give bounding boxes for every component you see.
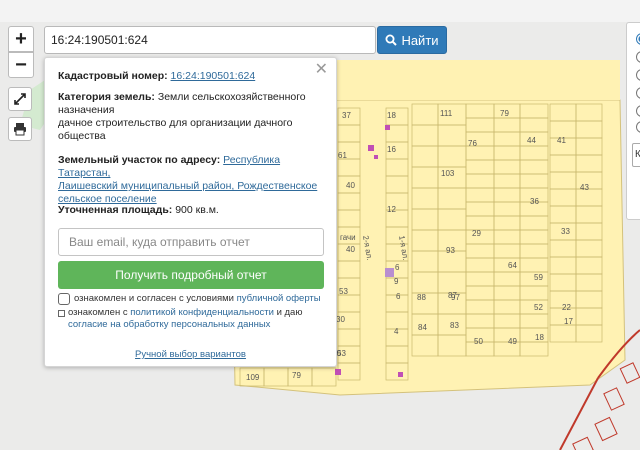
- search-input[interactable]: [44, 26, 376, 54]
- map-parcel-label: 109: [246, 373, 260, 382]
- address-label: Земельный участок по адресу:: [58, 154, 221, 166]
- map-parcel-label: 84: [418, 323, 427, 332]
- map-parcel-label: 6: [395, 263, 400, 272]
- map-parcel-label: 6: [396, 292, 401, 301]
- map-parcel-label: 52: [534, 303, 543, 312]
- map-parcel-label: гачи: [340, 233, 356, 242]
- layer-radio-5[interactable]: [636, 105, 640, 117]
- map-parcel-label: 40: [346, 245, 355, 254]
- land-category-value-3: дачное строительство для организации дач…: [58, 117, 293, 129]
- parcel-info-popup: ✕ Кадастровый номер: 16:24:190501:624 Ка…: [44, 57, 337, 367]
- map-parcel-label: 43: [580, 183, 589, 192]
- map-parcel-label: 59: [534, 273, 543, 282]
- map-parcel-label: 83: [450, 321, 459, 330]
- layer-radio-3[interactable]: [636, 69, 640, 81]
- email-field[interactable]: [58, 228, 324, 256]
- map-parcel-label: 18: [387, 111, 396, 120]
- cadastral-number-row: Кадастровый номер: 16:24:190501:624: [58, 70, 326, 83]
- address-link-2[interactable]: Лаишевский муниципальный район, Рождеств…: [58, 180, 317, 192]
- map-parcel-label: 22: [562, 303, 571, 312]
- map-parcel-label: 16: [387, 145, 396, 154]
- layer-radio-1[interactable]: [636, 33, 640, 45]
- layer-radio-6[interactable]: [636, 121, 640, 133]
- printer-icon: [14, 123, 26, 136]
- map-parcel-label: 17: [564, 317, 573, 326]
- map-parcel-label: 44: [527, 136, 536, 145]
- manual-selection-link[interactable]: Ручной выбор вариантов: [45, 349, 336, 360]
- map-parcel-label: 40: [346, 181, 355, 190]
- fullscreen-button[interactable]: [8, 87, 32, 111]
- search-button[interactable]: Найти: [377, 26, 447, 54]
- area-row: Уточненная площадь: 900 кв.м.: [58, 204, 326, 217]
- cadastral-number-link[interactable]: 16:24:190501:624: [171, 70, 256, 82]
- map-parcel-label: 29: [472, 229, 481, 238]
- map-parcel-label: 111: [440, 109, 453, 118]
- map-parcel-label: 93: [446, 246, 455, 255]
- layer-dropdown[interactable]: К: [632, 143, 640, 167]
- map-parcel-label: 61: [338, 151, 347, 160]
- zoom-out-button[interactable]: −: [8, 52, 34, 78]
- privacy-consent-tail: и даю: [276, 307, 303, 318]
- land-category-value-2: назначения: [58, 104, 115, 116]
- land-category-label: Категория земель:: [58, 91, 155, 103]
- cadastral-number-label: Кадастровый номер:: [58, 70, 168, 82]
- area-label: Уточненная площадь:: [58, 204, 173, 216]
- map-parcel-label: 76: [468, 139, 477, 148]
- map-parcel-label: 12: [387, 205, 396, 214]
- map-parcel-label: 18: [535, 333, 544, 342]
- map-parcel-label: 53: [339, 287, 348, 296]
- map-parcel-label: 50: [474, 337, 483, 346]
- layer-panel: К: [626, 22, 640, 220]
- zoom-in-button[interactable]: +: [8, 26, 34, 52]
- map-parcel-label: 36: [530, 197, 539, 206]
- map-parcel-label: 41: [557, 136, 566, 145]
- map-parcel-label: 87: [448, 291, 457, 300]
- map-parcel-label: 79: [292, 371, 301, 380]
- land-category-row: Категория земель: Земли сельскохозяйстве…: [58, 91, 326, 143]
- search-icon: [385, 34, 398, 46]
- map-parcel-label: 103: [441, 169, 455, 178]
- get-report-label: Получить подробный отчет: [115, 268, 267, 282]
- privacy-consent-checkbox[interactable]: [58, 310, 65, 317]
- search-button-label: Найти: [401, 32, 439, 48]
- public-offer-link[interactable]: публичной оферты: [237, 293, 321, 304]
- offer-consent-row: ознакомлен и согласен с условиями публич…: [58, 293, 328, 305]
- map-parcel-label: 37: [342, 111, 351, 120]
- offer-consent-checkbox[interactable]: [58, 293, 70, 305]
- area-value: 900 кв.м.: [175, 204, 219, 216]
- map-parcel-label: 49: [508, 337, 517, 346]
- land-category-value-4: общества: [58, 130, 106, 142]
- layer-radio-2[interactable]: [636, 51, 640, 63]
- privacy-consent-row: ознакомлен с политикой конфиденциальност…: [58, 307, 328, 331]
- expand-icon: [14, 93, 26, 105]
- privacy-consent-text: ознакомлен с: [68, 307, 128, 318]
- map-parcel-label: 30: [336, 315, 345, 324]
- offer-consent-text: ознакомлен и согласен с условиями: [74, 293, 234, 304]
- print-button[interactable]: [8, 117, 32, 141]
- address-row: Земельный участок по адресу: Республика …: [58, 154, 326, 206]
- map-parcel-label: 9: [394, 277, 399, 286]
- map-parcel-label: 33: [561, 227, 570, 236]
- map-parcel-label: 4: [394, 327, 399, 336]
- get-report-button[interactable]: Получить подробный отчет: [58, 261, 324, 289]
- map-parcel-label: 64: [508, 261, 517, 270]
- map-parcel-label: 88: [417, 293, 426, 302]
- map-parcel-label: 79: [500, 109, 509, 118]
- privacy-policy-link[interactable]: политикой конфиденциальности: [130, 307, 274, 318]
- personal-data-consent-link[interactable]: согласие на обработку персональных данны…: [68, 319, 328, 331]
- layer-radio-4[interactable]: [636, 87, 640, 99]
- land-category-value-1: Земли сельскохозяйственного: [157, 91, 306, 103]
